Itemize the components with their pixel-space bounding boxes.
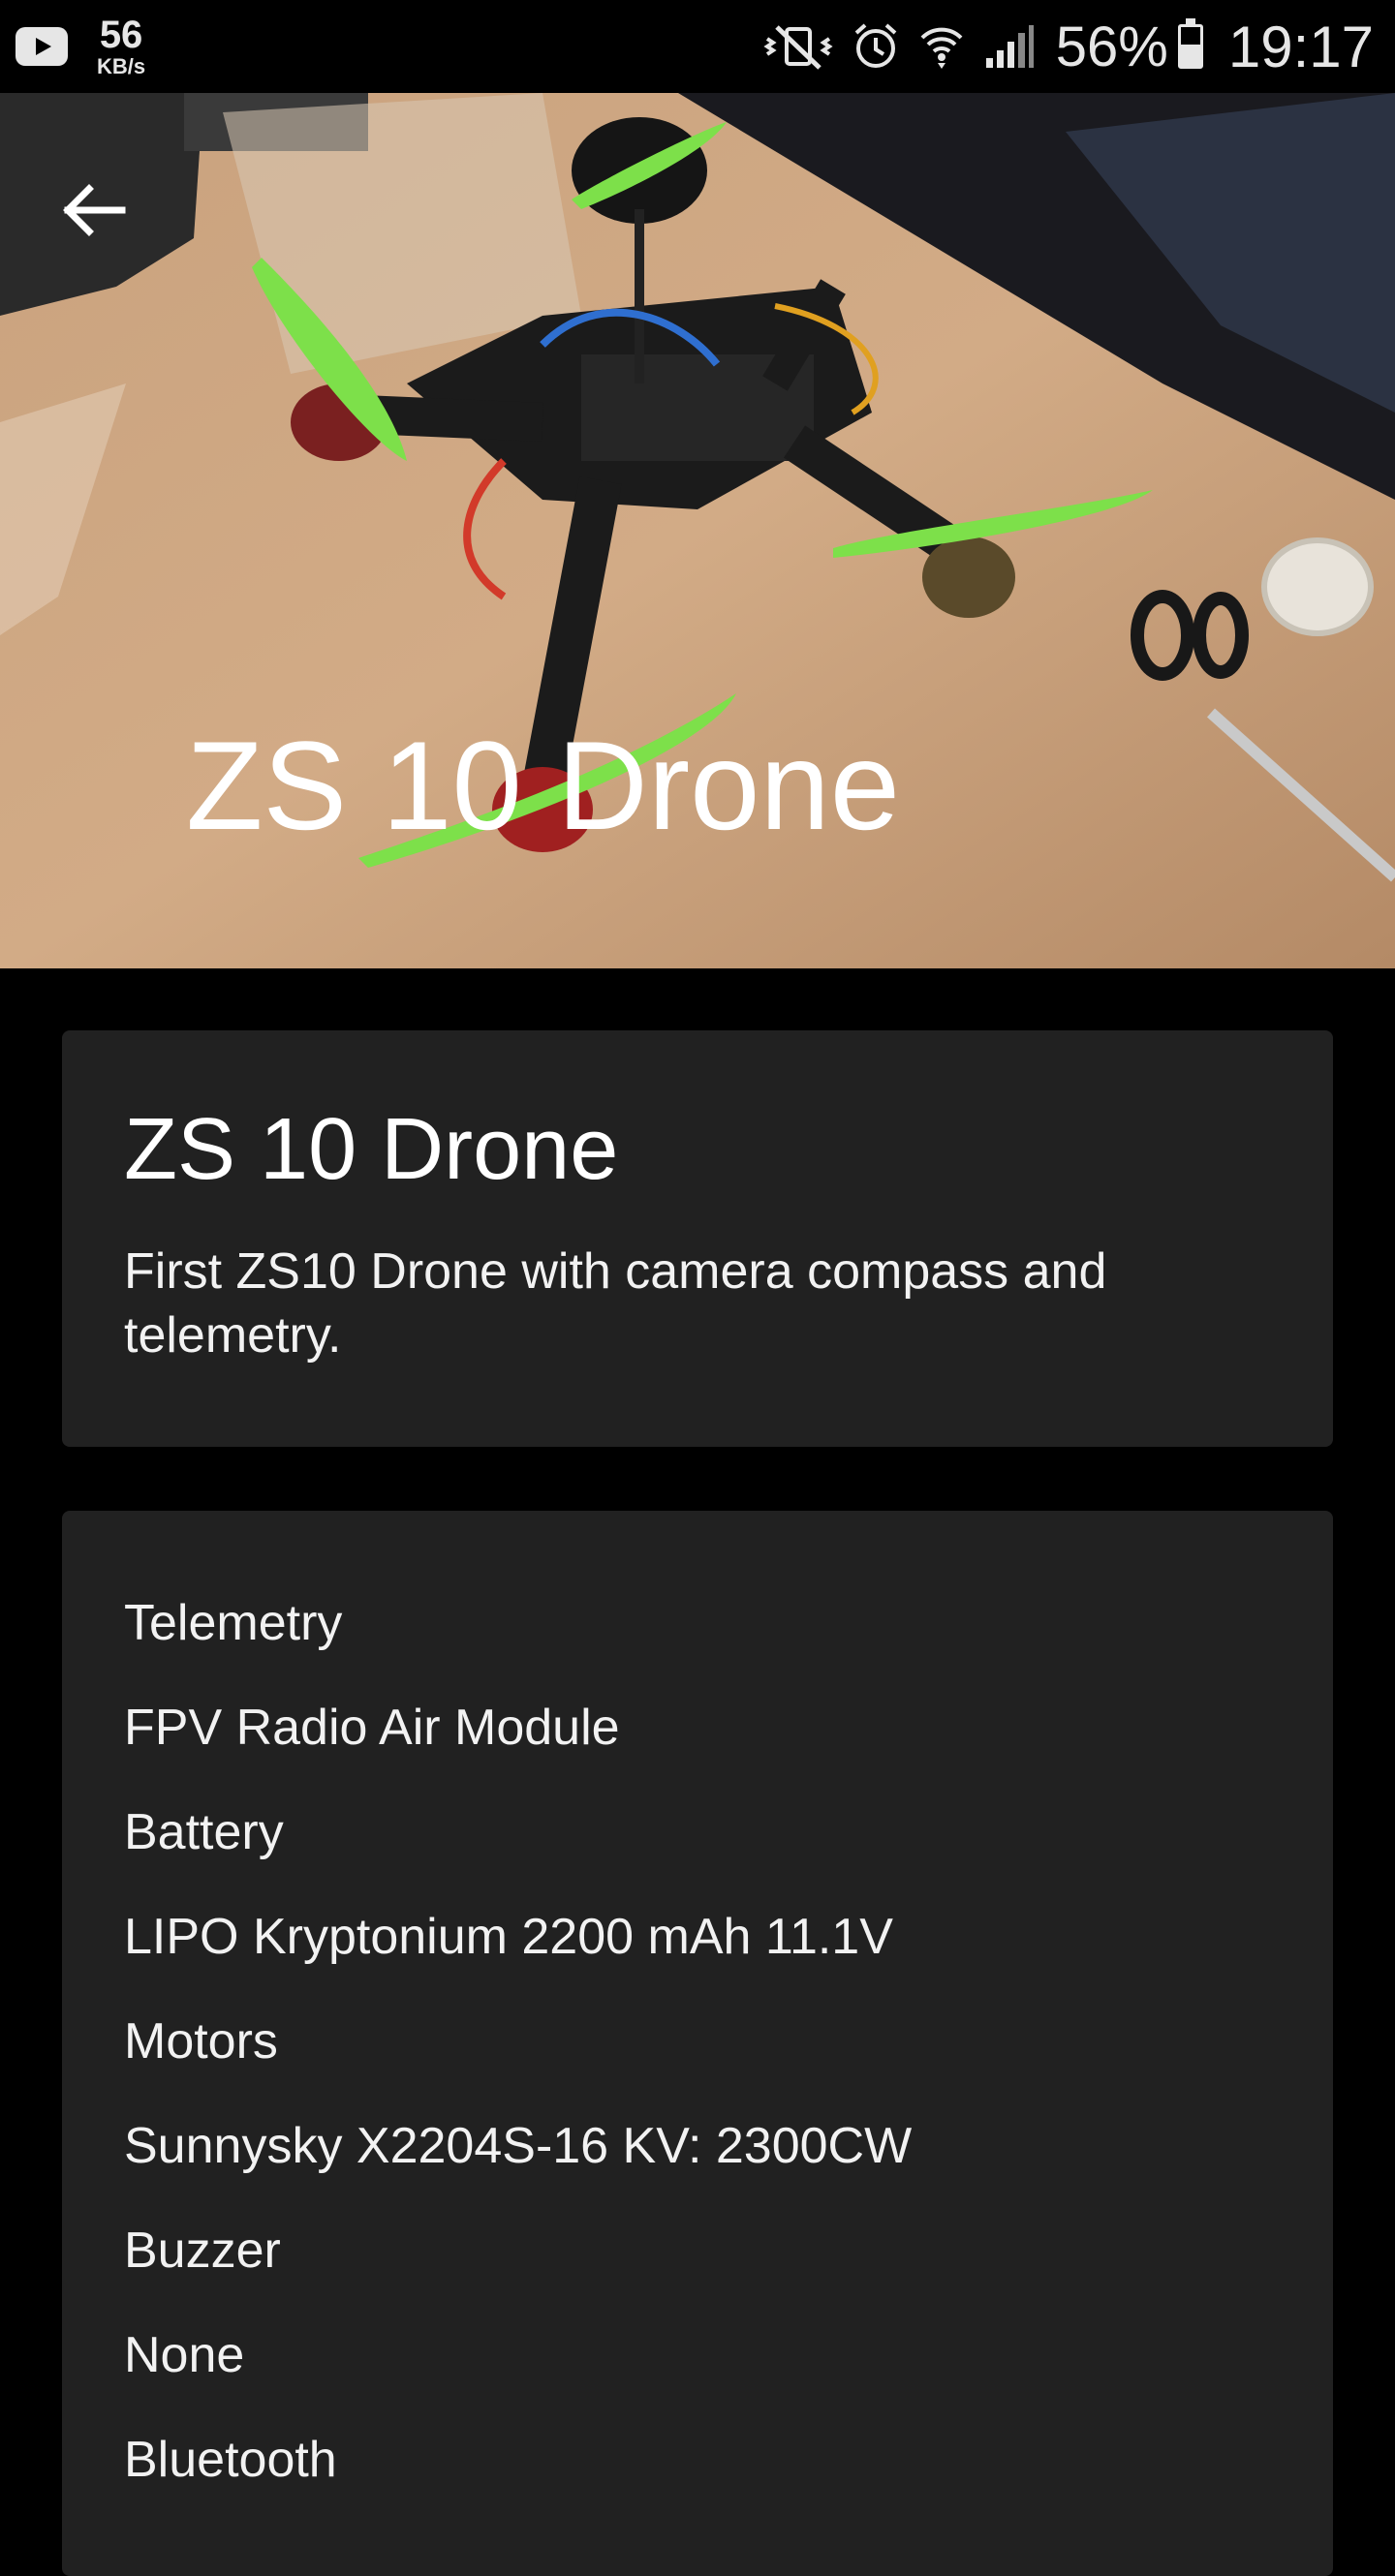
card-title: ZS 10 Drone [124,1101,619,1198]
intro-card: ZS 10 Drone First ZS10 Drone with camera… [62,1030,1333,1447]
network-speed-unit: KB/s [97,54,146,78]
status-clock: 19:17 [1227,14,1374,79]
network-speed-value: 56 [99,14,143,56]
header-image: ZS 10 Drone [0,93,1395,968]
battery-level-fill [1180,44,1200,66]
spec-label-motors: Motors [124,2013,278,2070]
spec-value-telemetry: FPV Radio Air Module [124,1700,620,1756]
card-description: First ZS10 Drone with camera compass and… [124,1243,1107,1364]
header-title: ZS 10 Drone [186,715,901,856]
spec-label-bluetooth: Bluetooth [124,2432,337,2488]
battery-icon [1177,18,1203,69]
cell-signal-icon [984,23,1035,70]
spec-label-battery: Battery [124,1804,284,1860]
battery-percent: 56% [1055,15,1168,78]
status-bar-right: 56% 19:17 [744,12,1374,81]
network-speed: 56 KB/s [97,15,145,77]
status-bar-left: 56 KB/s [16,15,145,77]
specs-card: Telemetry FPV Radio Air Module Battery L… [62,1511,1333,2576]
vibrate-mute-icon [763,23,833,70]
spec-value-buzzer: None [124,2327,245,2383]
wifi-icon [918,22,965,71]
status-bar: 56 KB/s 56% 19:17 [0,0,1395,93]
spec-value-battery: LIPO Kryptonium 2200 mAh 11.1V [124,1909,893,1965]
spec-value-motors: Sunnysky X2204S-16 KV: 2300CW [124,2118,913,2174]
spec-label-telemetry: Telemetry [124,1595,343,1651]
arrow-left-icon [63,184,126,236]
alarm-icon [852,21,899,72]
spec-label-buzzer: Buzzer [124,2223,281,2279]
back-button[interactable] [50,167,138,254]
youtube-icon [16,27,68,66]
